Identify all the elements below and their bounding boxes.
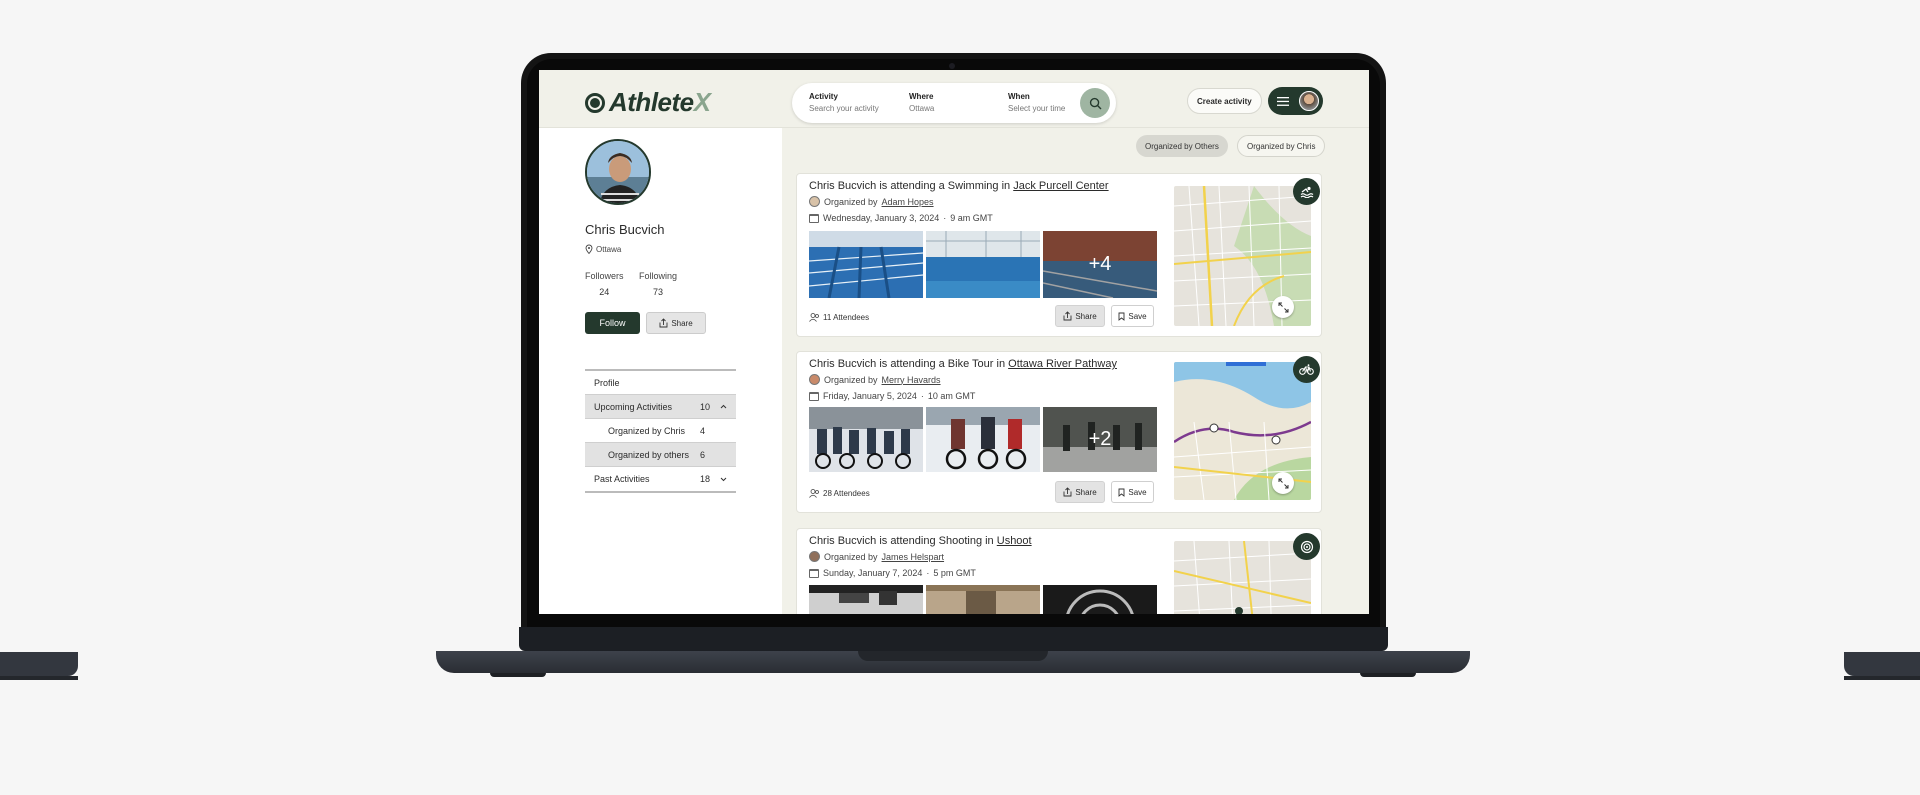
activity-feed: Organized by Others Organized by Chris C… [539,128,1369,614]
target-icon [1293,533,1320,560]
activity-photo[interactable] [809,231,923,298]
share-button[interactable]: Share [1055,305,1105,327]
app-screen: AthleteX Activity Search your activity W… [539,70,1369,614]
laptop-notch [858,651,1048,661]
search-button[interactable] [1080,88,1110,118]
activity-photo-more[interactable]: +4 [1043,231,1157,298]
date-line: Sunday, January 7, 2024 · 5 pm GMT [809,568,976,578]
bookmark-icon [1118,312,1125,321]
place-link[interactable]: Ushoot [997,535,1032,547]
organizer-link[interactable]: Merry Havards [882,375,941,385]
people-icon [809,313,819,322]
card-title: Chris Bucvich is attending a Swimming in… [809,180,1109,192]
laptop-foot [1360,673,1416,677]
organizer-line: Organized by Merry Havards [809,374,941,385]
organizer-line: Organized by Adam Hopes [809,196,934,207]
share-button[interactable]: Share [1055,481,1105,503]
bookmark-icon [1118,488,1125,497]
people-icon [809,489,819,498]
search-icon [1089,97,1101,109]
laptop-foot [490,673,546,677]
expand-map-button[interactable] [1272,296,1294,318]
where-field[interactable]: Where Ottawa [909,92,934,113]
activity-card[interactable]: Chris Bucvich is attending a Swimming in… [796,173,1322,337]
side-laptop-left [0,652,78,680]
user-avatar [1299,91,1319,111]
activity-card[interactable]: Chris Bucvich is attending Shooting in U… [796,528,1322,614]
share-icon [1063,487,1072,497]
filter-organized-by-chris[interactable]: Organized by Chris [1237,135,1326,157]
create-activity-button[interactable]: Create activity [1187,88,1262,114]
expand-icon [1278,302,1288,312]
expand-map-button[interactable] [1272,472,1294,494]
activity-card[interactable]: Chris Bucvich is attending a Bike Tour i… [796,351,1322,513]
save-button[interactable]: Save [1111,481,1154,503]
date-line: Friday, January 5, 2024 · 10 am GMT [809,391,975,401]
calendar-icon [809,391,819,401]
side-laptop-right [1844,652,1920,680]
account-menu-button[interactable] [1268,87,1323,115]
activity-photo[interactable] [809,585,923,614]
date-line: Wednesday, January 3, 2024 · 9 am GMT [809,213,993,223]
calendar-icon [809,213,819,223]
organizer-line: Organized by James Helspart [809,551,944,562]
card-title: Chris Bucvich is attending Shooting in U… [809,535,1032,547]
location-map[interactable] [1174,541,1311,614]
hamburger-icon [1277,96,1289,106]
save-button[interactable]: Save [1111,305,1154,327]
organizer-avatar [809,551,820,562]
calendar-icon [809,568,819,578]
top-header: AthleteX Activity Search your activity W… [539,70,1369,128]
search-bar: Activity Search your activity Where Otta… [792,83,1116,123]
logo[interactable]: AthleteX [585,87,711,118]
activity-photo[interactable] [926,407,1040,472]
share-icon [1063,311,1072,321]
organizer-avatar [809,374,820,385]
card-title: Chris Bucvich is attending a Bike Tour i… [809,358,1117,370]
attendees-count[interactable]: 28 Attendees [809,489,870,498]
place-link[interactable]: Jack Purcell Center [1013,180,1108,192]
organizer-link[interactable]: James Helspart [882,552,945,562]
logo-mark-icon [585,92,605,113]
activity-photo-more[interactable]: +2 [1043,407,1157,472]
organizer-avatar [809,196,820,207]
laptop-chin [519,627,1388,651]
place-link[interactable]: Ottawa River Pathway [1008,358,1117,370]
activity-photo[interactable] [809,407,923,472]
when-field[interactable]: When Select your time [1008,92,1065,113]
logo-text: AthleteX [609,87,711,117]
activity-photo[interactable] [926,231,1040,298]
activity-photo[interactable] [926,585,1040,614]
activity-photo-more[interactable] [1043,585,1157,614]
activity-field[interactable]: Activity Search your activity [809,92,879,113]
swimming-icon [1293,178,1320,205]
organizer-link[interactable]: Adam Hopes [882,197,934,207]
bicycle-icon [1293,356,1320,383]
camera [949,63,955,69]
attendees-count[interactable]: 11 Attendees [809,313,869,322]
expand-icon [1278,478,1288,488]
filter-organized-by-others[interactable]: Organized by Others [1136,135,1228,157]
